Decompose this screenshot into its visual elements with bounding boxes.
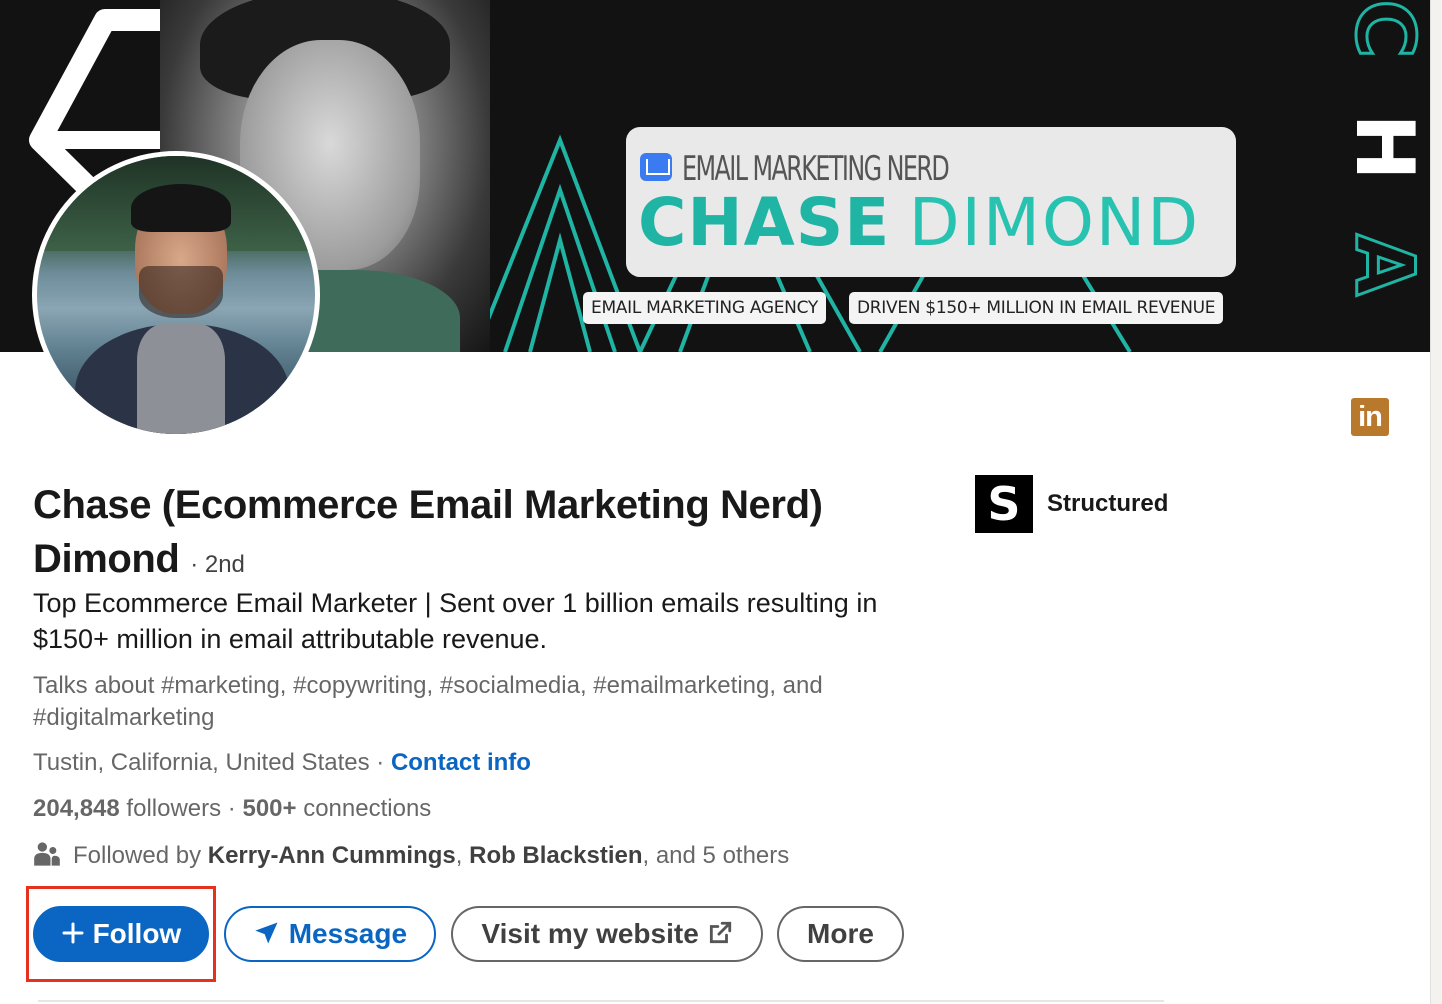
followers-link[interactable]: 204,848 followers [33, 795, 221, 822]
external-link-icon [709, 921, 731, 943]
follower-name-1: Kerry-Ann Cummings [207, 842, 456, 869]
page-scroll-edge [1430, 0, 1442, 1004]
people-icon [34, 841, 60, 866]
network-stats: 204,848 followers · 500+ connections [33, 795, 432, 822]
banner-name: CHASE DIMOND [638, 184, 1201, 261]
more-button[interactable]: More [777, 906, 904, 962]
location-line: Tustin, California, United States · Cont… [33, 749, 531, 776]
linkedin-badge-icon: in [1351, 398, 1389, 436]
banner-title-card: EMAIL MARKETING NERD CHASE DIMOND [626, 127, 1236, 277]
talks-about: Talks about #marketing, #copywriting, #s… [33, 672, 823, 731]
visit-website-button[interactable]: Visit my website [451, 906, 763, 962]
followed-by-line[interactable]: Followed by Kerry-Ann Cummings, Rob Blac… [33, 840, 789, 872]
profile-name: Chase (Ecommerce Email Marketing Nerd) D… [33, 478, 913, 592]
connections-link[interactable]: 500+ connections [242, 795, 431, 822]
send-icon [255, 922, 278, 944]
envelope-icon [640, 153, 672, 181]
company-logo[interactable]: S [975, 475, 1033, 533]
follow-highlight-box [26, 886, 216, 982]
follower-name-2: Rob Blackstien [469, 842, 643, 869]
banner-chip-agency: EMAIL MARKETING AGENCY [583, 292, 826, 324]
banner-tagline: EMAIL MARKETING NERD [682, 149, 950, 189]
section-divider [38, 1000, 1164, 1002]
profile-headline: Top Ecommerce Email Marketer | Sent over… [33, 588, 878, 654]
location-text: Tustin, California, United States [33, 749, 370, 776]
profile-avatar[interactable] [32, 151, 320, 439]
contact-info-link[interactable]: Contact info [391, 749, 531, 776]
message-button[interactable]: Message [224, 906, 436, 962]
connection-degree: · 2nd [190, 551, 245, 578]
company-name[interactable]: Structured [1047, 488, 1168, 520]
banner-side-letters: C H A S [1337, 0, 1431, 297]
banner-chip-revenue: DRIVEN $150+ MILLION IN EMAIL REVENUE [849, 292, 1224, 324]
profile-name-text: Chase (Ecommerce Email Marketing Nerd) D… [33, 483, 823, 581]
